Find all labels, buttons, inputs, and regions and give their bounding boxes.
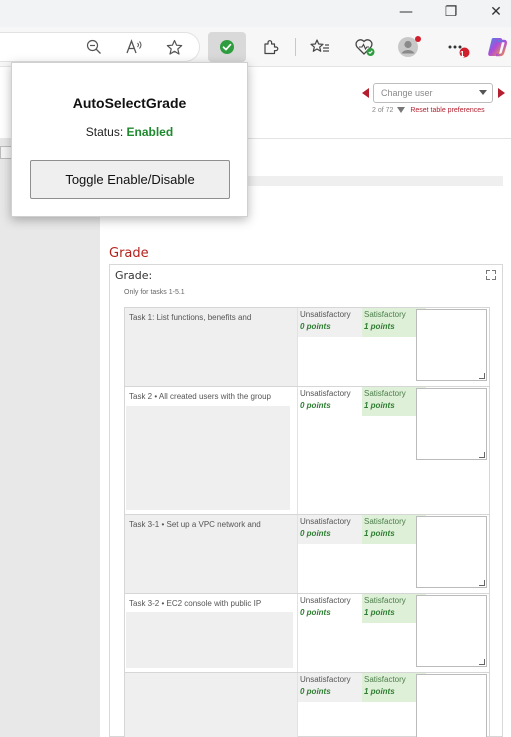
remark-textarea[interactable]: [416, 516, 487, 588]
popup-status: Status: Enabled: [12, 125, 247, 139]
browser-toolbar: [0, 27, 511, 67]
level-unsatisfactory[interactable]: Unsatisfactory 0 points: [298, 594, 362, 623]
favorite-star-icon[interactable]: [160, 33, 188, 61]
user-position: 2 of 72: [372, 107, 394, 114]
level-points: 0 points: [300, 401, 331, 410]
criterion-description-area: [126, 612, 293, 668]
status-label: Status:: [85, 125, 124, 139]
criterion-cell: Task 1: List functions, benefits and: [125, 308, 298, 386]
restore-button[interactable]: ❐: [439, 2, 463, 22]
minimize-button[interactable]: —: [394, 2, 418, 22]
chevron-down-icon: [479, 90, 487, 95]
change-user-placeholder: Change user: [381, 88, 433, 98]
filter-icon[interactable]: [397, 107, 406, 114]
level-points: 0 points: [300, 529, 331, 538]
level-points: 0 points: [300, 322, 331, 331]
zoom-out-icon[interactable]: [80, 33, 108, 61]
criterion-cell: Task 2 • All created users with the grou…: [125, 387, 298, 514]
remark-textarea[interactable]: [416, 674, 487, 737]
autoselectgrade-extension-button[interactable]: [208, 32, 246, 62]
rubric-criterion-row: Task 1: List functions, benefits and Uns…: [125, 308, 489, 387]
popup-title: AutoSelectGrade: [72, 95, 187, 111]
rubric-criterion-row: Task 3-1 • Set up a VPC network and Unsa…: [125, 515, 489, 594]
level-unsatisfactory[interactable]: Unsatisfactory 0 points: [298, 673, 362, 702]
extension-check-icon: [220, 40, 234, 54]
left-panel: [0, 138, 100, 737]
change-user-select[interactable]: Change user: [373, 83, 493, 103]
resize-handle-icon[interactable]: [479, 580, 485, 586]
criterion-description: Task 1: List functions, benefits and: [129, 313, 252, 322]
criterion-cell: Task 3-2 • EC2 console with public IP: [125, 594, 298, 672]
notification-badge: 1: [460, 50, 465, 59]
level-name: Unsatisfactory: [300, 675, 351, 684]
level-points: 0 points: [300, 687, 331, 696]
rubric-criterion-row: Task 3-2 • EC2 console with public IP Un…: [125, 594, 489, 673]
previous-user-arrow-icon[interactable]: [362, 88, 369, 98]
resize-handle-icon[interactable]: [479, 373, 485, 379]
level-unsatisfactory[interactable]: Unsatisfactory 0 points: [298, 387, 362, 416]
level-unsatisfactory[interactable]: Unsatisfactory 0 points: [298, 308, 362, 337]
criterion-description: Task 2 • All created users with the grou…: [129, 392, 271, 401]
browser-titlebar: — ❐ ✕: [0, 0, 511, 27]
copilot-icon[interactable]: [483, 33, 511, 61]
rubric-criterion-row: Unsatisfactory 0 points Satisfactory 1 p…: [125, 673, 489, 737]
close-window-button[interactable]: ✕: [484, 2, 508, 22]
read-aloud-icon[interactable]: [120, 33, 148, 61]
criterion-description: Task 3-2 • EC2 console with public IP: [129, 599, 262, 608]
criterion-cell: Task 3-1 • Set up a VPC network and: [125, 515, 298, 593]
remark-textarea[interactable]: [416, 388, 487, 460]
level-points: 0 points: [300, 608, 331, 617]
extension-popup: AutoSelectGrade Status: Enabled Toggle E…: [11, 62, 248, 217]
status-value: Enabled: [126, 125, 174, 139]
reset-table-preferences-link[interactable]: Reset table preferences: [410, 107, 484, 114]
user-meta-row: 2 of 72 Reset table preferences: [372, 107, 485, 114]
criterion-cell: [125, 673, 298, 737]
profile-icon[interactable]: [395, 33, 423, 61]
grade-label: Grade:: [115, 269, 153, 282]
criterion-description-area: [126, 406, 290, 510]
resize-handle-icon[interactable]: [479, 452, 485, 458]
remark-textarea[interactable]: [416, 595, 487, 667]
fullscreen-expand-icon[interactable]: [486, 270, 496, 280]
favorites-icon[interactable]: [306, 33, 334, 61]
address-bar[interactable]: [0, 32, 200, 62]
next-user-arrow-icon[interactable]: [498, 88, 505, 98]
grade-section-title: Grade: [109, 246, 149, 261]
rubric-criterion-row: Task 2 • All created users with the grou…: [125, 387, 489, 515]
level-name: Unsatisfactory: [300, 389, 351, 398]
resize-handle-icon[interactable]: [479, 659, 485, 665]
grade-panel: Grade: Only for tasks 1-5.1 Task 1: List…: [109, 264, 503, 737]
level-name: Unsatisfactory: [300, 517, 351, 526]
rubric-table: Task 1: List functions, benefits and Uns…: [124, 307, 490, 737]
extensions-puzzle-icon[interactable]: [257, 33, 285, 61]
grade-note: Only for tasks 1-5.1: [124, 289, 185, 296]
criterion-description: Task 3-1 • Set up a VPC network and: [129, 520, 261, 529]
remark-textarea[interactable]: [416, 309, 487, 381]
level-unsatisfactory[interactable]: Unsatisfactory 0 points: [298, 515, 362, 544]
toolbar-separator: [295, 38, 296, 56]
browser-essentials-icon[interactable]: [351, 33, 379, 61]
level-name: Unsatisfactory: [300, 310, 351, 319]
level-name: Unsatisfactory: [300, 596, 351, 605]
more-menu-icon[interactable]: 1: [444, 33, 472, 61]
toggle-enable-disable-button[interactable]: Toggle Enable/Disable: [30, 160, 230, 199]
